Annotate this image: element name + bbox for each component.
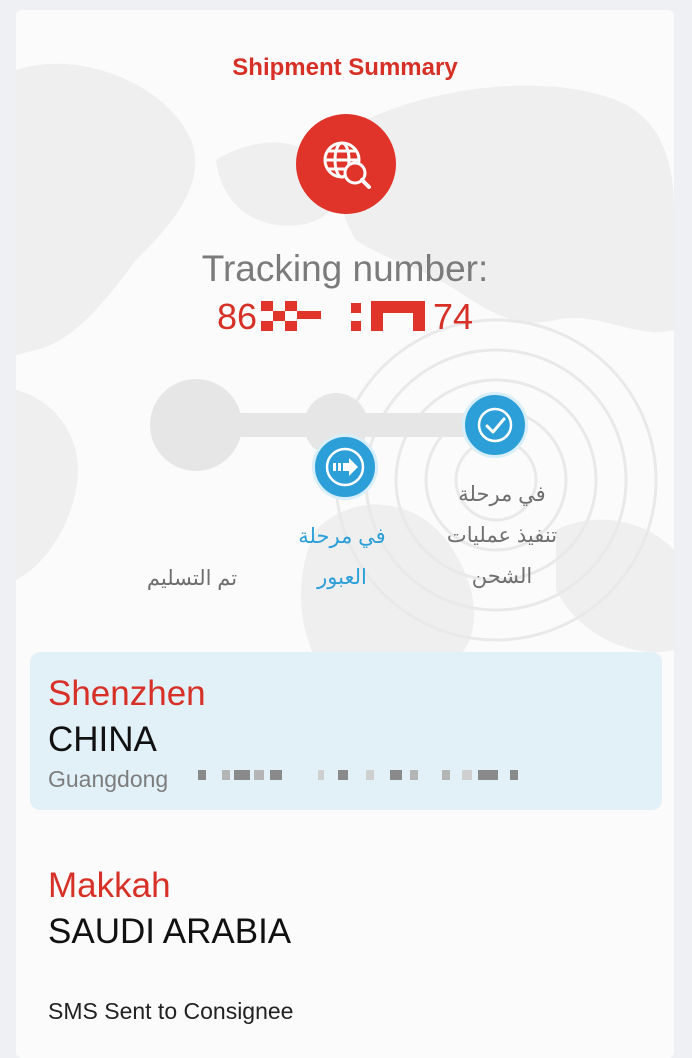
shipment-card: Shipment Summary Tracking number: 86 74 … xyxy=(16,10,674,1058)
destination-country: SAUDI ARABIA xyxy=(48,912,292,951)
tracking-number[interactable]: 86 74 xyxy=(16,296,674,338)
page-title: Shipment Summary xyxy=(232,54,458,81)
origin-region: Guangdong xyxy=(48,766,169,792)
origin-country: CHINA xyxy=(48,720,157,759)
step-completed-icon xyxy=(462,392,528,458)
redacted-tracking-digits xyxy=(261,301,425,331)
redacted-address xyxy=(198,770,518,780)
step-current-icon xyxy=(312,434,378,500)
tracking-number-label: Tracking number: xyxy=(201,248,489,289)
check-icon xyxy=(477,407,513,443)
step-label-transit: في مرحلة العبور xyxy=(298,525,386,589)
step-label-delivered: تم التسليم xyxy=(146,567,238,590)
latest-status: SMS Sent to Consignee xyxy=(48,998,294,1024)
step-label-shipping: في مرحلة تنفيذ عمليات الشحن xyxy=(446,483,558,588)
globe-search-icon xyxy=(323,141,371,189)
tracking-number-suffix: 74 xyxy=(433,296,474,337)
origin-city: Shenzhen xyxy=(48,674,206,713)
tracking-number-prefix: 86 xyxy=(216,296,257,337)
arrow-right-icon xyxy=(325,447,365,487)
destination-city: Makkah xyxy=(48,866,171,905)
shipment-logo xyxy=(296,114,396,214)
